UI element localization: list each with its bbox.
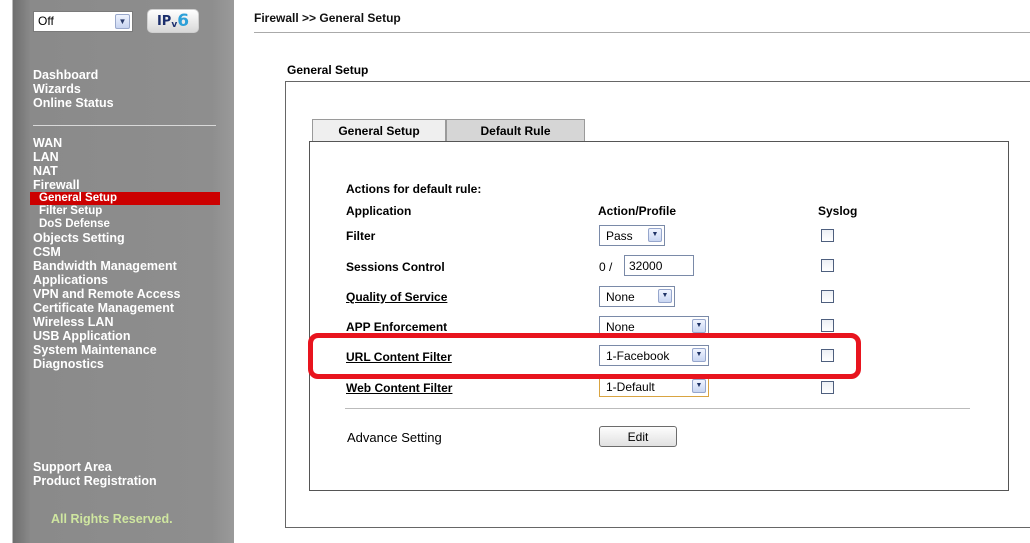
qos-select[interactable]: None ▼ [599,286,675,307]
nav-vpn-remote-access[interactable]: VPN and Remote Access [33,287,220,301]
tab-general-setup[interactable]: General Setup [312,119,446,141]
web-content-filter-syslog-checkbox[interactable] [821,381,834,394]
nav-dashboard[interactable]: Dashboard [33,68,114,82]
row-label-url-content-filter-link[interactable]: URL Content Filter [346,350,452,364]
filter-action-value: Pass [606,229,633,243]
form-separator [345,408,970,409]
nav-system-maintenance[interactable]: System Maintenance [33,343,220,357]
nav-group-network: WAN LAN NAT Firewall General Setup Filte… [30,136,220,371]
nav-objects-setting[interactable]: Objects Setting [33,231,220,245]
row-label-app-enforcement: APP Enforcement [346,320,448,334]
nav-wizards[interactable]: Wizards [33,82,114,96]
nav-firewall-filter-setup[interactable]: Filter Setup [33,205,220,218]
chevron-down-icon: ▼ [115,13,130,29]
nav-wan[interactable]: WAN [33,136,220,150]
nav-online-status[interactable]: Online Status [33,96,114,110]
nav-firewall[interactable]: Firewall [33,178,220,192]
qos-syslog-checkbox[interactable] [821,290,834,303]
web-content-filter-select[interactable]: 1-Default ▼ [599,376,709,397]
nav-certificate-management[interactable]: Certificate Management [33,301,220,315]
chevron-down-icon: ▼ [648,228,662,242]
col-action-header: Action/Profile [598,204,677,218]
sidebar-divider [33,125,216,126]
app-enforcement-value: None [606,320,635,334]
sidebar-top-bar: Off ▼ IP v 6 [33,9,199,33]
nav-group-support: Support Area Product Registration [33,460,157,488]
section-title: General Setup [287,63,369,77]
nav-nat[interactable]: NAT [33,164,220,178]
nav-lan[interactable]: LAN [33,150,220,164]
ipv6-logo: IP v 6 [147,9,199,33]
nav-support-area[interactable]: Support Area [33,460,157,474]
url-content-filter-value: 1-Facebook [606,349,670,363]
nav-csm[interactable]: CSM [33,245,220,259]
row-label-qos-link[interactable]: Quality of Service [346,290,447,304]
url-content-filter-syslog-checkbox[interactable] [821,349,834,362]
web-content-filter-value: 1-Default [606,380,655,394]
sessions-limit-input[interactable]: 32000 [624,255,694,276]
advance-setting-label: Advance Setting [347,430,442,445]
chevron-down-icon: ▼ [692,348,706,362]
row-label-sessions-control: Sessions Control [346,260,445,274]
nav-product-registration[interactable]: Product Registration [33,474,157,488]
qos-value: None [606,290,635,304]
chevron-down-icon: ▼ [692,379,706,393]
app-enforcement-select[interactable]: None ▼ [599,316,709,337]
form-heading: Actions for default rule: [346,182,482,196]
mode-select[interactable]: Off ▼ [33,10,133,32]
col-syslog-header: Syslog [818,204,858,218]
chevron-down-icon: ▼ [692,319,706,333]
sessions-current-count: 0 / [599,260,613,274]
nav-usb-application[interactable]: USB Application [33,329,220,343]
nav-wireless-lan[interactable]: Wireless LAN [33,315,220,329]
nav-applications[interactable]: Applications [33,273,220,287]
filter-syslog-checkbox[interactable] [821,229,834,242]
app-enforcement-syslog-checkbox[interactable] [821,319,834,332]
tab-default-rule[interactable]: Default Rule [446,119,585,141]
row-label-web-content-filter-link[interactable]: Web Content Filter [346,381,452,395]
footer-copyright: All Rights Reserved. [51,512,173,526]
nav-bandwidth-management[interactable]: Bandwidth Management [33,259,220,273]
nav-diagnostics[interactable]: Diagnostics [33,357,220,371]
breadcrumb: Firewall >> General Setup [254,11,401,25]
url-content-filter-select[interactable]: 1-Facebook ▼ [599,345,709,366]
chevron-down-icon: ▼ [658,289,672,303]
filter-action-select[interactable]: Pass ▼ [599,225,665,246]
edit-button[interactable]: Edit [599,426,677,447]
nav-firewall-general-setup[interactable]: General Setup [30,192,220,205]
col-application-header: Application [346,204,412,218]
row-label-filter: Filter [346,229,376,243]
mode-select-value: Off [38,13,54,28]
sidebar: Off ▼ IP v 6 Dashboard Wizards Online Stat… [12,0,234,543]
nav-group-main: Dashboard Wizards Online Status [33,68,114,110]
nav-firewall-dos-defense[interactable]: DoS Defense [33,218,220,231]
sessions-syslog-checkbox[interactable] [821,259,834,272]
breadcrumb-divider [254,32,1030,33]
